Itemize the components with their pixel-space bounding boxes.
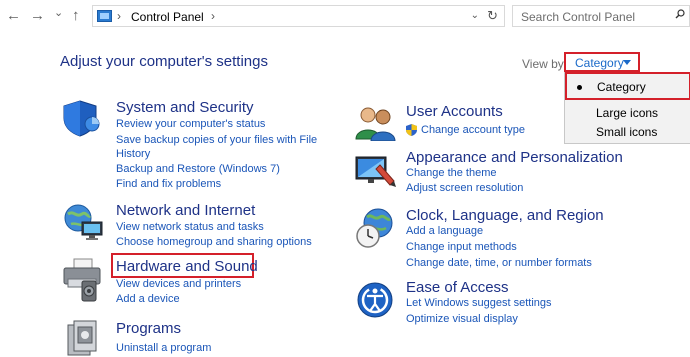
control-panel-icon [97,10,112,22]
back-button[interactable]: ← [6,8,21,23]
link-review-status[interactable]: Review your computer's status [116,118,265,130]
category-ease-of-access[interactable]: Ease of Access [406,279,509,296]
link-change-theme[interactable]: Change the theme [406,167,497,179]
view-by-dropdown[interactable]: Category [564,52,640,72]
selected-bullet-icon [577,85,582,90]
category-programs[interactable]: Programs [116,320,181,337]
link-date-time-formats[interactable]: Change date, time, or number formats [406,257,592,269]
menu-item-label: Category [597,80,646,94]
search-box[interactable]: Search Control Panel [512,5,690,27]
menu-item-large-icons[interactable]: Large icons [596,106,658,120]
address-bar[interactable]: › Control Panel › ⌄ ↻ [92,5,505,27]
recent-locations-button[interactable]: ⌄ [54,6,63,21]
link-homegroup[interactable]: Choose homegroup and sharing options [116,236,312,248]
category-hardware-and-sound[interactable]: Hardware and Sound [116,258,258,275]
link-backup-restore[interactable]: Backup and Restore (Windows 7) [116,163,280,175]
link-network-status[interactable]: View network status and tasks [116,221,264,233]
link-optimize-visual-display[interactable]: Optimize visual display [406,313,518,325]
shield-icon [63,100,100,137]
breadcrumb-control-panel[interactable]: Control Panel [131,10,204,24]
link-change-account-type[interactable]: Change account type [421,124,525,136]
forward-button[interactable]: → [30,8,45,23]
page-title: Adjust your computer's settings [60,53,268,70]
view-by-value[interactable]: Category [575,56,624,70]
uac-shield-icon [406,124,417,136]
link-file-history-cont[interactable]: History [116,148,150,160]
caret-down-icon[interactable] [623,60,631,65]
link-add-device[interactable]: Add a device [116,293,180,305]
breadcrumb-chevron[interactable]: › [117,9,121,23]
printer-icon [63,258,101,302]
up-button[interactable]: ↑ [72,8,80,23]
link-add-language[interactable]: Add a language [406,225,483,237]
link-find-fix-problems[interactable]: Find and fix problems [116,178,221,190]
programs-icon [67,320,97,356]
refresh-button[interactable]: ↻ [487,8,498,24]
clock-globe-icon [356,208,393,248]
category-network-and-internet[interactable]: Network and Internet [116,202,255,219]
search-icon[interactable] [675,9,685,19]
category-clock-language-region[interactable]: Clock, Language, and Region [406,207,604,224]
menu-item-small-icons[interactable]: Small icons [596,125,657,139]
link-devices-printers[interactable]: View devices and printers [116,278,241,290]
breadcrumb-chevron[interactable]: › [211,9,215,23]
users-icon [355,107,396,141]
category-system-and-security[interactable]: System and Security [116,99,254,116]
address-dropdown-button[interactable]: ⌄ [471,10,479,21]
view-by-label: View by: [522,57,568,71]
link-uninstall-program[interactable]: Uninstall a program [116,342,211,354]
link-file-history[interactable]: Save backup copies of your files with Fi… [116,134,317,146]
menu-item-category[interactable]: Category [565,72,690,100]
link-input-methods[interactable]: Change input methods [406,241,517,253]
ease-of-access-icon [357,282,393,318]
search-input[interactable]: Search Control Panel [521,10,635,24]
link-screen-resolution[interactable]: Adjust screen resolution [406,182,523,194]
category-appearance-and-personalization[interactable]: Appearance and Personalization [406,149,623,166]
link-windows-suggest-settings[interactable]: Let Windows suggest settings [406,297,552,309]
network-globe-icon [64,204,103,240]
appearance-icon [355,156,396,187]
view-by-menu: Category Large icons Small icons [564,72,690,144]
category-user-accounts[interactable]: User Accounts [406,103,503,120]
